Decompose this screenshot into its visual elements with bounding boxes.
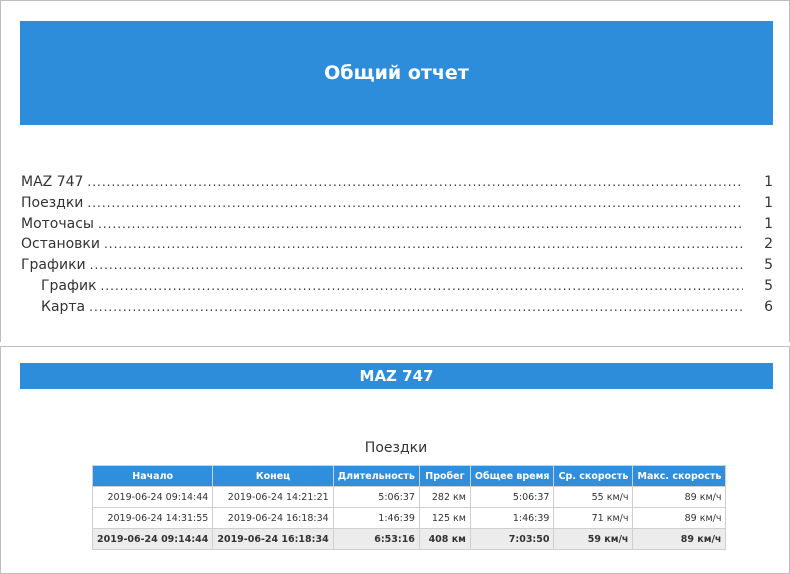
toc-entry[interactable]: Графики.................................… <box>21 257 773 278</box>
table-cell: 282 км <box>418 486 471 508</box>
toc-entry-page: 6 <box>764 298 773 315</box>
toc-entry-page: 1 <box>764 215 773 232</box>
table-cell: 2019-06-24 14:21:21 <box>212 486 334 508</box>
table-cell: 55 км/ч <box>553 486 634 508</box>
report-title: Общий отчет <box>324 62 469 84</box>
toc-entry-label: Моточасы <box>21 215 94 232</box>
table-of-contents: MAZ 747.................................… <box>21 174 773 320</box>
table-cell: 89 км/ч <box>632 486 727 508</box>
toc-leader-dots: ........................................… <box>100 278 743 293</box>
table-cell: 6:53:16 <box>332 528 420 550</box>
table-cell: 2019-06-24 16:18:34 <box>212 507 334 529</box>
report-title-banner: Общий отчет <box>20 21 773 125</box>
table-cell: 71 км/ч <box>553 507 634 529</box>
column-header[interactable]: Макс. скорость <box>632 465 727 487</box>
table-body: 2019-06-24 09:14:44 2019-06-24 14:21:21 5:… <box>91 486 727 550</box>
table-row: 2019-06-24 09:14:44 2019-06-24 14:21:21 5:… <box>91 486 727 508</box>
toc-entry[interactable]: Остановки...............................… <box>21 236 773 257</box>
table-cell: 5:06:37 <box>469 486 555 508</box>
table-cell: 408 км <box>418 528 471 550</box>
column-header[interactable]: Пробег <box>418 465 471 487</box>
toc-entry[interactable]: Поездки.................................… <box>21 195 773 216</box>
table-cell: 1:46:39 <box>332 507 420 529</box>
toc-leader-dots: ........................................… <box>89 258 743 273</box>
column-header[interactable]: Длительность <box>332 465 420 487</box>
table-cell: 59 км/ч <box>553 528 634 550</box>
trips-table: Начало Конец Длительность Пробег Общее время… <box>91 465 727 550</box>
toc-entry-page: 5 <box>764 257 773 274</box>
toc-entry-label: Карта <box>41 298 86 315</box>
trips-table-title: Поездки <box>364 440 428 456</box>
toc-leader-dots: ........................................… <box>89 299 743 314</box>
report-page-2: MAZ 747 Поездки Начало Конец Длительность П… <box>0 346 790 574</box>
toc-entry-page: 1 <box>764 194 773 211</box>
toc-entry[interactable]: MAZ 747.................................… <box>21 174 773 195</box>
column-header[interactable]: Общее время <box>469 465 555 487</box>
report-page-1: Общий отчет MAZ 747.....................… <box>0 0 790 342</box>
table-cell: 125 км <box>418 507 471 529</box>
toc-entry-page: 1 <box>764 174 773 190</box>
table-cell: 2019-06-24 16:18:34 <box>212 528 334 550</box>
table-cell: 5:06:37 <box>332 486 420 508</box>
table-cell: 2019-06-24 09:14:44 <box>91 486 214 508</box>
column-header[interactable]: Ср. скорость <box>553 465 634 487</box>
table-header-row: Начало Конец Длительность Пробег Общее время… <box>91 465 727 487</box>
table-total-row: 2019-06-24 09:14:44 2019-06-24 16:18:34 6:… <box>91 528 727 550</box>
section-title: MAZ 747 <box>359 367 434 385</box>
toc-entry[interactable]: График..................................… <box>21 278 773 299</box>
table-row: 2019-06-24 14:31:55 2019-06-24 16:18:34 1:… <box>91 507 727 529</box>
toc-entry-label: MAZ 747 <box>21 174 84 190</box>
toc-leader-dots: ........................................… <box>97 216 743 231</box>
section-banner: MAZ 747 <box>20 363 773 389</box>
column-header[interactable]: Начало <box>91 465 214 487</box>
table-cell: 89 км/ч <box>632 507 727 529</box>
table-cell: 89 км/ч <box>632 528 727 550</box>
column-header[interactable]: Конец <box>212 465 334 487</box>
toc-entry-page: 5 <box>764 277 773 294</box>
toc-entry-page: 2 <box>764 236 773 253</box>
toc-leader-dots: ........................................… <box>87 195 743 210</box>
toc-entry-label: Графики <box>21 257 86 274</box>
table-cell: 7:03:50 <box>469 528 555 550</box>
toc-entry-label: Поездки <box>21 194 84 211</box>
table-cell: 1:46:39 <box>469 507 555 529</box>
toc-leader-dots: ........................................… <box>87 175 743 189</box>
toc-leader-dots: ........................................… <box>103 237 743 252</box>
table-cell: 2019-06-24 14:31:55 <box>91 507 214 529</box>
toc-entry-label: Остановки <box>21 236 100 253</box>
toc-entry[interactable]: Карта...................................… <box>21 299 773 320</box>
toc-entry[interactable]: Моточасы................................… <box>21 216 773 237</box>
toc-entry-label: График <box>41 277 97 294</box>
table-cell: 2019-06-24 09:14:44 <box>91 528 214 550</box>
